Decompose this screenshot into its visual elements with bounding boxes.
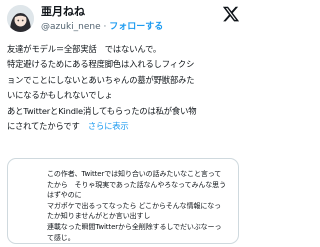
quote-line: たから そりゃ現実であった話なんやろなってみんな思う bbox=[47, 180, 226, 189]
handle[interactable]: @azuki_nene bbox=[41, 22, 101, 32]
tweet-line: 特定避けるためにある程度脚色は入れるしフィクシ bbox=[7, 59, 195, 70]
display-name[interactable]: 亜月ねね bbox=[41, 5, 85, 19]
tweet-last-line: にされてたからです さらに表示 bbox=[7, 119, 243, 134]
quote-line: マガポケで出るってなったら どこからそんな情報になっ bbox=[47, 201, 222, 210]
separator: · bbox=[103, 22, 107, 32]
follow-button[interactable]: フォローする bbox=[109, 22, 163, 32]
avatar-image bbox=[7, 5, 34, 32]
tweet-line: にされてたからです bbox=[7, 121, 80, 132]
tweet-line: ョンでことにしないとあいちゃんの墓が野獣部みた bbox=[7, 74, 195, 85]
quote-line: はずやのに bbox=[47, 191, 82, 200]
x-logo-icon[interactable] bbox=[222, 5, 240, 23]
avatar[interactable] bbox=[7, 5, 34, 32]
quote-line: この作者、Twitterでは知り合いの話みたいなこと言って bbox=[47, 170, 222, 178]
tweet-text: 友達がモデル＝全部実話 ではないんで。 特定避けるためにある程度脚色は入れるしフ… bbox=[7, 42, 243, 134]
tweet-header: 亜月ねね @azuki_nene · フォローする bbox=[0, 0, 250, 46]
tweet-line: あとTwitterとKindle消してもらったのは私が食い物 bbox=[7, 105, 197, 116]
quote-line: 連載なった瞬間Twitterから全削除するしでだいぶなーっ bbox=[47, 222, 222, 231]
show-more-link[interactable]: さらに表示 bbox=[88, 121, 129, 131]
quote-text: この作者、Twitterでは知り合いの話みたいなこと言って たから そりゃ現実で… bbox=[47, 169, 237, 243]
quote-line: たか知りませんがとか言い出すし bbox=[47, 212, 151, 221]
handle-row: @azuki_nene · フォローする bbox=[41, 21, 163, 33]
quote-line: て感じ。 bbox=[47, 233, 75, 242]
tweet-line: 友達がモデル＝全部実話 ではないんで。 bbox=[7, 44, 162, 54]
quote-card[interactable]: この作者、Twitterでは知り合いの話みたいなこと言って たから そりゃ現実で… bbox=[7, 158, 239, 244]
tweet-line: いになるかもしれないでしょ bbox=[7, 90, 113, 101]
